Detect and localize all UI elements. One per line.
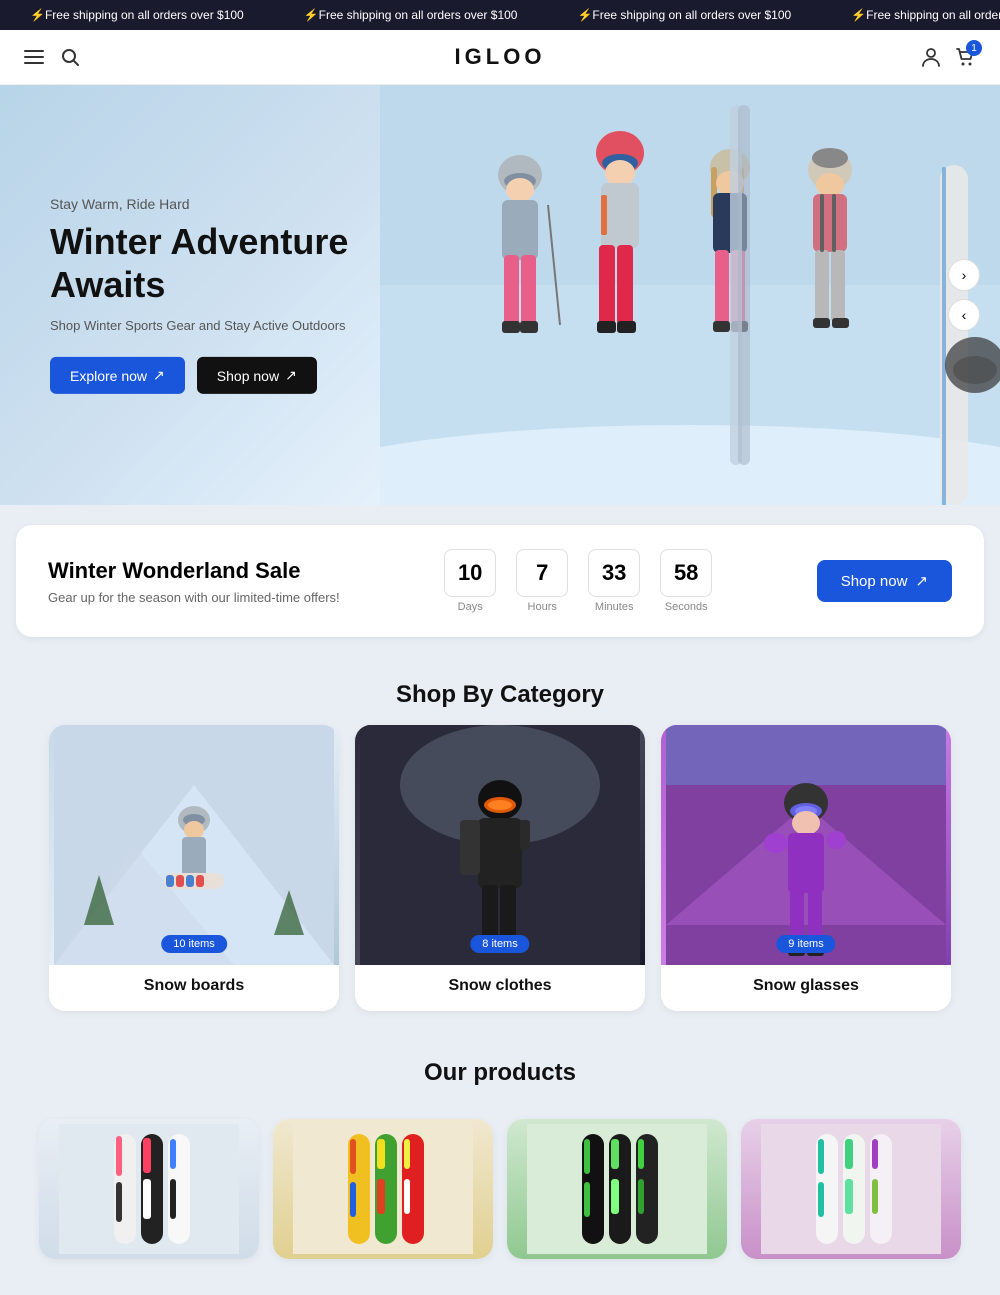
snowglasses-image: 9 items xyxy=(661,725,951,965)
snowboards-badge: 10 items xyxy=(161,935,227,953)
product-image-3 xyxy=(507,1119,727,1259)
snowglasses-info: Snow glasses xyxy=(661,965,951,1011)
product-1-svg xyxy=(59,1124,239,1254)
sale-arrow-icon: ↗ xyxy=(915,572,928,590)
cart-badge: 1 xyxy=(966,40,982,56)
product-card-2[interactable] xyxy=(273,1119,493,1259)
snowglasses-svg xyxy=(666,725,946,965)
explore-button[interactable]: Explore now ↗ xyxy=(50,357,185,394)
product-card-1[interactable] xyxy=(39,1119,259,1259)
header: IGLOO 1 xyxy=(0,30,1000,85)
menu-button[interactable] xyxy=(24,47,44,67)
hours-value: 7 xyxy=(516,549,568,597)
hero-title: Winter Adventure Awaits xyxy=(50,220,400,306)
shop-now-button[interactable]: Shop now ↗ xyxy=(197,357,317,394)
categories-grid: 10 items Snow boards xyxy=(0,725,1000,1035)
hero-content: Stay Warm, Ride Hard Winter Adventure Aw… xyxy=(50,196,400,394)
snowglasses-badge: 9 items xyxy=(776,935,835,953)
header-left xyxy=(24,47,80,67)
days-unit: 10 Days xyxy=(444,549,496,613)
hero-subtitle: Stay Warm, Ride Hard xyxy=(50,196,400,212)
minutes-unit: 33 Minutes xyxy=(588,549,640,613)
seconds-unit: 58 Seconds xyxy=(660,549,712,613)
snowclothes-name: Snow clothes xyxy=(371,977,629,995)
hero-buttons: Explore now ↗ Shop now ↗ xyxy=(50,357,400,394)
minutes-label: Minutes xyxy=(595,601,634,613)
products-grid xyxy=(0,1103,1000,1275)
search-button[interactable] xyxy=(60,47,80,67)
sale-banner: Winter Wonderland Sale Gear up for the s… xyxy=(16,525,984,637)
products-section-title: Our products xyxy=(0,1035,1000,1103)
product-image-2 xyxy=(273,1119,493,1259)
hero-visual xyxy=(380,85,1000,505)
header-right: 1 xyxy=(920,46,976,68)
announcement-text-2: ⚡Free shipping on all orders over $100 xyxy=(274,8,548,22)
user-icon xyxy=(920,46,942,68)
seconds-value: 58 xyxy=(660,549,712,597)
snowclothes-svg xyxy=(360,725,640,965)
categories-section-title: Shop By Category xyxy=(0,657,1000,725)
countdown-timer: 10 Days 7 Hours 33 Minutes 58 Seconds xyxy=(444,549,712,613)
hero-illustration xyxy=(380,85,1000,505)
snowboards-svg xyxy=(54,725,334,965)
chevron-left-icon: ‹ xyxy=(962,307,967,323)
explore-label: Explore now xyxy=(70,368,147,384)
snowclothes-info: Snow clothes xyxy=(355,965,645,1011)
product-card-4[interactable] xyxy=(741,1119,961,1259)
days-value: 10 xyxy=(444,549,496,597)
hero-description: Shop Winter Sports Gear and Stay Active … xyxy=(50,318,400,333)
announcement-text-1: ⚡Free shipping on all orders over $100 xyxy=(0,8,274,22)
product-image-1 xyxy=(39,1119,259,1259)
announcement-scroll: ⚡Free shipping on all orders over $100 ⚡… xyxy=(0,8,1000,22)
snowglasses-name: Snow glasses xyxy=(677,977,935,995)
category-card-snowclothes[interactable]: 8 items Snow clothes xyxy=(355,725,645,1011)
logo: IGLOO xyxy=(80,44,920,70)
product-card-3[interactable] xyxy=(507,1119,727,1259)
seconds-label: Seconds xyxy=(665,601,708,613)
category-card-snowglasses[interactable]: 9 items Snow glasses xyxy=(661,725,951,1011)
user-button[interactable] xyxy=(920,46,942,68)
days-label: Days xyxy=(458,601,483,613)
chevron-right-icon: › xyxy=(962,267,967,283)
sale-title: Winter Wonderland Sale xyxy=(48,558,340,584)
hours-unit: 7 Hours xyxy=(516,549,568,613)
snowclothes-image: 8 items xyxy=(355,725,645,965)
hero-next-button[interactable]: › xyxy=(948,259,980,291)
shop-label: Shop now xyxy=(217,368,279,384)
products-section: Our products xyxy=(0,1035,1000,1295)
snowboards-name: Snow boards xyxy=(65,977,323,995)
snowclothes-badge: 8 items xyxy=(470,935,529,953)
sale-shop-button[interactable]: Shop now ↗ xyxy=(817,560,952,602)
product-3-svg xyxy=(527,1124,707,1254)
snowboards-image: 10 items xyxy=(49,725,339,965)
product-image-4 xyxy=(741,1119,961,1259)
announcement-text-4: ⚡Free shipping on all orders over $100 xyxy=(821,8,1000,22)
cart-button[interactable]: 1 xyxy=(954,46,976,68)
shop-arrow-icon: ↗ xyxy=(285,367,297,384)
hero-navigation: › ‹ xyxy=(948,259,980,331)
hero-prev-button[interactable]: ‹ xyxy=(948,299,980,331)
announcement-bar: ⚡Free shipping on all orders over $100 ⚡… xyxy=(0,0,1000,30)
minutes-value: 33 xyxy=(588,549,640,597)
announcement-text-3: ⚡Free shipping on all orders over $100 xyxy=(547,8,821,22)
sale-description: Gear up for the season with our limited-… xyxy=(48,590,340,605)
menu-icon xyxy=(24,47,44,67)
snowboards-info: Snow boards xyxy=(49,965,339,1011)
search-icon xyxy=(60,47,80,67)
explore-arrow-icon: ↗ xyxy=(153,367,165,384)
product-2-svg xyxy=(293,1124,473,1254)
sale-info: Winter Wonderland Sale Gear up for the s… xyxy=(48,558,340,605)
product-4-svg xyxy=(761,1124,941,1254)
sale-btn-label: Shop now xyxy=(841,573,908,590)
hours-label: Hours xyxy=(528,601,557,613)
category-card-snowboards[interactable]: 10 items Snow boards xyxy=(49,725,339,1011)
hero-section: Stay Warm, Ride Hard Winter Adventure Aw… xyxy=(0,85,1000,505)
